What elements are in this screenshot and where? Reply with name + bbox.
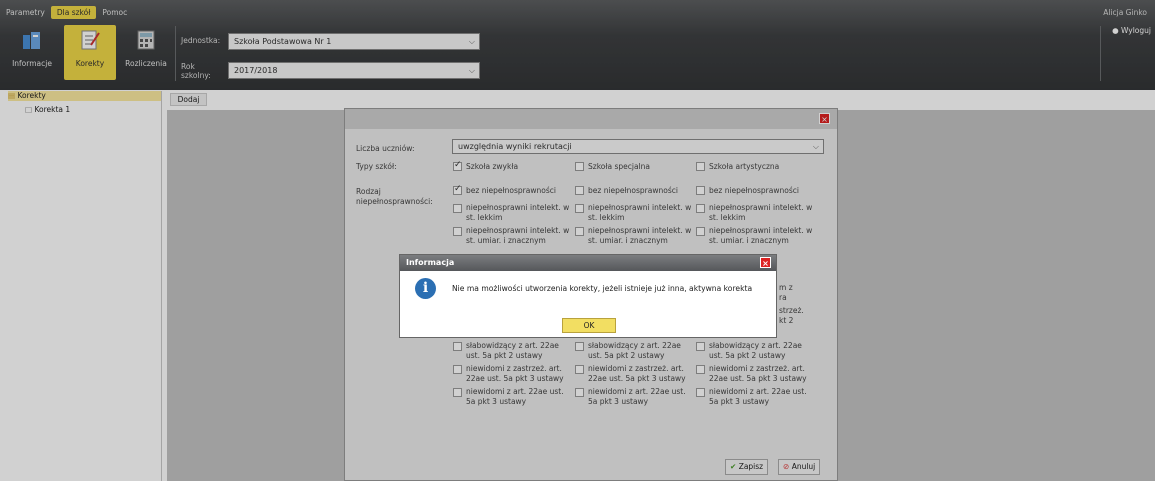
message-overlay: [0, 0, 1155, 481]
close-icon[interactable]: ×: [760, 257, 771, 268]
message-titlebar: Informacja ×: [400, 255, 776, 271]
info-icon: i: [415, 278, 436, 299]
ok-button[interactable]: OK: [562, 318, 616, 333]
info-message-box: Informacja × i Nie ma możliwości utworze…: [399, 254, 777, 338]
message-title: Informacja: [406, 258, 455, 267]
message-text: Nie ma możliwości utworzenia korekty, je…: [452, 284, 753, 293]
